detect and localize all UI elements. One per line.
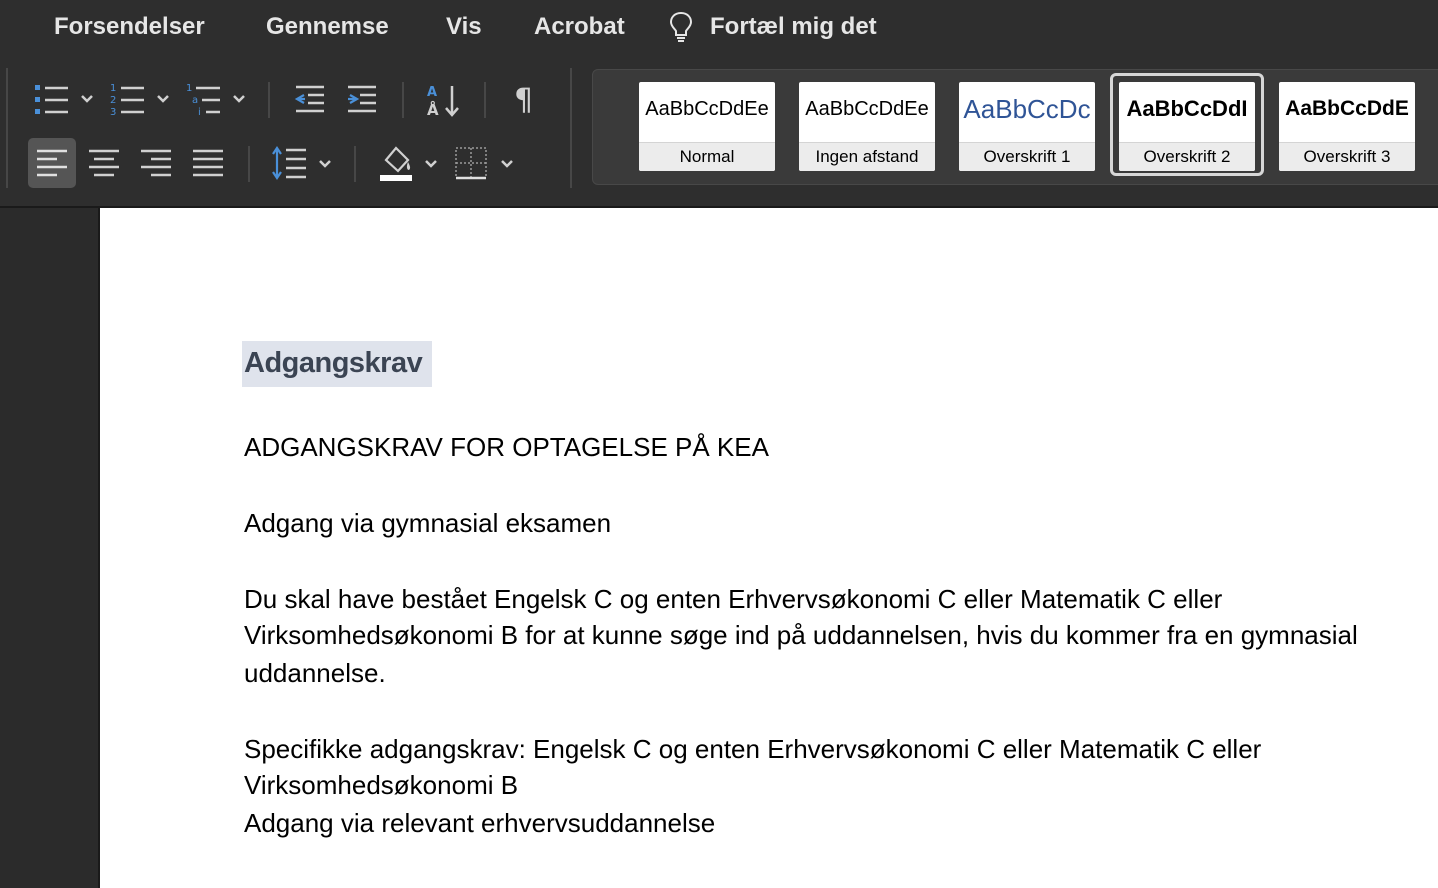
menu-bar: Forsendelser Gennemse Vis Acrobat Fortæl… — [0, 0, 1438, 54]
paragraph: Specifikke adgangskrav: Engelsk C og ent… — [244, 734, 1262, 764]
ribbon-divider — [484, 82, 486, 118]
borders-icon[interactable] — [454, 146, 488, 180]
paragraph: Virksomhedsøkonomi B for at kunne søge i… — [244, 620, 1358, 650]
style-sample: AaBbCcDdE — [1285, 97, 1409, 120]
ribbon-divider — [268, 82, 270, 118]
chevron-down-icon[interactable] — [424, 159, 438, 169]
chevron-down-icon[interactable] — [318, 159, 332, 169]
multilevel-list-icon[interactable]: 1 a i — [186, 81, 222, 117]
style-sample: AaBbCcDdI — [1126, 96, 1248, 121]
selected-heading[interactable]: Adgangskrav — [242, 341, 432, 387]
justify-icon[interactable] — [193, 149, 223, 177]
menu-gennemse[interactable]: Gennemse — [266, 10, 389, 44]
style-overskrift-2[interactable]: AaBbCcDdI Overskrift 2 — [1119, 82, 1255, 171]
style-overskrift-1[interactable]: AaBbCcDc Overskrift 1 — [959, 82, 1095, 171]
tell-me-search[interactable]: Fortæl mig det — [710, 10, 877, 44]
svg-text:2: 2 — [110, 95, 116, 106]
ribbon-divider — [248, 146, 250, 182]
chevron-down-icon[interactable] — [232, 94, 246, 104]
document-page[interactable]: Adgangskrav ADGANGSKRAV FOR OPTAGELSE PÅ… — [98, 208, 1438, 888]
style-overskrift-3[interactable]: AaBbCcDdE Overskrift 3 — [1279, 82, 1415, 171]
svg-text:1: 1 — [110, 83, 116, 94]
left-gutter — [0, 208, 98, 888]
style-gallery: AaBbCcDdEe Normal AaBbCcDdEe Ingen afsta… — [592, 69, 1438, 185]
menu-acrobat[interactable]: Acrobat — [534, 10, 625, 44]
svg-text:a: a — [192, 95, 198, 106]
ribbon-divider — [354, 146, 356, 182]
style-label: Overskrift 2 — [1119, 142, 1255, 171]
chevron-down-icon[interactable] — [500, 159, 514, 169]
style-sample: AaBbCcDdEe — [645, 98, 769, 120]
numbered-list-icon[interactable]: 1 2 3 — [110, 81, 146, 117]
style-sample: AaBbCcDc — [963, 94, 1091, 124]
paragraph: Adgang via relevant erhvervsuddannelse — [244, 808, 716, 838]
svg-text:Å: Å — [427, 100, 439, 118]
style-sample: AaBbCcDdEe — [805, 98, 929, 120]
ribbon-divider — [6, 68, 8, 188]
increase-indent-icon[interactable] — [346, 84, 378, 114]
svg-text:i: i — [198, 107, 201, 117]
chevron-down-icon[interactable] — [80, 94, 94, 104]
style-label: Normal — [639, 142, 775, 171]
sort-icon[interactable]: A Å — [426, 82, 462, 118]
paragraph: Virksomhedsøkonomi B — [244, 770, 519, 800]
lightbulb-icon[interactable] — [668, 11, 694, 43]
svg-text:3: 3 — [110, 107, 116, 117]
ribbon-divider — [402, 82, 404, 118]
home-ribbon: 1 2 3 1 a i A Å ¶ AaBbCcDdEe Normal AaBb… — [0, 54, 1438, 208]
menu-vis[interactable]: Vis — [446, 10, 482, 44]
svg-text:1: 1 — [186, 83, 192, 94]
menu-forsendelser[interactable]: Forsendelser — [54, 10, 205, 44]
style-label: Overskrift 3 — [1279, 142, 1415, 171]
svg-text:¶: ¶ — [514, 84, 533, 114]
paragraph: Adgang via gymnasial eksamen — [244, 508, 612, 538]
decrease-indent-icon[interactable] — [294, 84, 326, 114]
style-normal[interactable]: AaBbCcDdEe Normal — [639, 82, 775, 171]
pilcrow-icon[interactable]: ¶ — [512, 84, 540, 114]
style-label: Ingen afstand — [799, 142, 935, 171]
chevron-down-icon[interactable] — [156, 94, 170, 104]
bullet-list-icon[interactable] — [34, 83, 70, 117]
svg-text:A: A — [427, 85, 437, 100]
paragraph: Du skal have bestået Engelsk C og enten … — [244, 584, 1223, 614]
style-label: Overskrift 1 — [959, 142, 1095, 171]
align-center-icon[interactable] — [89, 149, 119, 177]
heading-text: Adgangskrav — [244, 347, 423, 379]
paragraph: ADGANGSKRAV FOR OPTAGELSE PÅ KEA — [244, 432, 769, 462]
shading-icon[interactable] — [378, 144, 414, 182]
style-ingen-afstand[interactable]: AaBbCcDdEe Ingen afstand — [799, 82, 935, 171]
align-left-button[interactable] — [28, 138, 76, 188]
line-spacing-icon[interactable] — [272, 146, 308, 180]
align-left-icon — [37, 149, 67, 177]
align-right-icon[interactable] — [141, 149, 171, 177]
ribbon-divider — [570, 68, 572, 188]
paragraph: uddannelse. — [244, 658, 386, 688]
